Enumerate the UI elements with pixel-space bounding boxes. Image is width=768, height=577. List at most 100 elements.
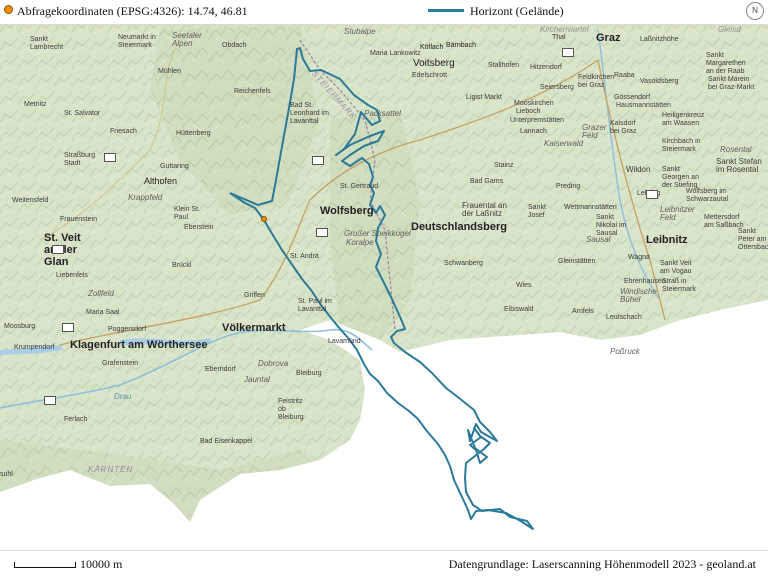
place-neumarkt: Neumarkt in Steiermark [118, 34, 156, 49]
place-wolfsberg-schwarzautal: Wolfsberg im Schwarzautal [686, 188, 729, 203]
place-voitsberg: Voitsberg [413, 58, 455, 69]
place-schwanberg: Schwanberg [444, 260, 483, 267]
region-jauntal: Jauntal [244, 375, 270, 384]
place-goessendorf: Gössendorf [614, 94, 651, 101]
place-stainz: Stainz [494, 162, 514, 169]
place-grafenstein: Grafenstein [102, 360, 139, 367]
place-feldkirchen: Feldkirchen bei Graz [578, 74, 615, 89]
place-bleiburg: Bleiburg [296, 370, 322, 377]
place-metnitz: Metnitz [24, 101, 47, 108]
place-deutschlandsberg: Deutschlandsberg [411, 221, 507, 233]
road-shield [104, 153, 116, 162]
place-st-josef: Sankt Josef [528, 204, 546, 219]
place-graz: Graz [596, 32, 621, 44]
place-moosburg: Moosburg [4, 323, 36, 330]
place-lambrecht: Sankt Lambrecht [30, 36, 64, 51]
place-thal: Thal [552, 34, 566, 41]
road-shield [62, 323, 74, 332]
place-liebenfels: Liebenfels [56, 272, 88, 279]
region-kirchenviertel: Kirchenviertel [540, 25, 589, 34]
place-st-andrae: St. Andrä [290, 253, 319, 260]
place-wolfsberg: Wolfsberg [320, 205, 374, 217]
place-frauenstein: Frauenstein [60, 216, 97, 223]
place-arnfels: Arnfels [572, 308, 594, 315]
query-coordinates: Abfragekoordinaten (EPSG:4326): 14.74, 4… [4, 4, 248, 19]
north-arrow-icon: N [746, 2, 764, 20]
region-grosser-speikkogel: Großer Speikkogel [344, 229, 411, 238]
region-zollfeld: Zollfeld [88, 289, 114, 298]
place-st-leonhard: Bad St. Leonhard im Lavanttal [290, 102, 329, 125]
road-shield [44, 396, 56, 405]
region-karnten: KÄRNTEN [88, 465, 134, 474]
place-strass: Straß in Steiermark [662, 278, 696, 293]
place-klein-st-paul: Klein St. Paul [174, 206, 201, 221]
place-kalsdorf: Kalsdorf bei Graz [610, 120, 637, 135]
place-mooskirchen: Mooskirchen [514, 100, 554, 107]
place-heiligenkreuz: Heiligenkreuz am Waasen [662, 112, 705, 127]
place-st-salvator: St. Salvator [64, 110, 101, 117]
place-lieboch: Lieboch [516, 108, 541, 115]
place-lannach: Lannach [520, 128, 547, 135]
place-ferlach: Ferlach [64, 416, 88, 423]
region-possruck: Poßruck [610, 347, 640, 356]
place-muehlen: Mühlen [158, 68, 181, 75]
place-bruenn: Eibiswald [504, 306, 534, 313]
region-sausal: Sausal [586, 235, 611, 244]
place-st-margarethen: Sankt Margarethen an der Raab [706, 52, 746, 75]
place-friesach: Friesach [110, 128, 137, 135]
place-obdach: Obdach [222, 42, 247, 49]
place-reichenfels: Reichenfels [234, 88, 271, 95]
place-guttaring: Guttaring [160, 163, 189, 170]
place-st-stefan: Sankt Stefan im Rosental [716, 157, 762, 174]
place-maria-saal: Maria Saal [86, 309, 120, 316]
place-wies: Wies [516, 282, 532, 289]
horizon-legend-swatch [428, 9, 464, 12]
place-hausmannstaetten: Hausmannstätten [616, 102, 671, 109]
query-point-marker[interactable] [260, 215, 267, 222]
place-kirchbach: Kirchbach in Steiermark [662, 138, 701, 153]
place-st-paul: St. Paul im Lavanttal [298, 298, 332, 313]
region-kaiserwald: Kaiserwald [544, 139, 584, 148]
place-preding: Preding [556, 183, 581, 190]
region-koralpe: Koralpe [346, 238, 374, 247]
place-ehrenhausen: Ehrenhausen [624, 278, 666, 285]
region-rosental: Rosental [720, 145, 752, 154]
place-frauental: Frauental an der Laßnitz [462, 201, 507, 218]
place-suhl: suhl [0, 471, 13, 478]
place-griffen: Griffen [244, 292, 265, 299]
data-source-attribution: Datengrundlage: Laserscanning Höhenmodel… [448, 557, 756, 571]
road-shield [646, 190, 658, 199]
place-eberndorf: Eberndorf [205, 366, 236, 373]
horizon-legend-label: Horizont (Gelände) [470, 4, 564, 18]
region-dobrova: Dobrova [258, 359, 289, 368]
place-st-gertraud: St. Gertraud [340, 183, 379, 190]
place-st-georgen: Sankt Georgen an der Stiefing [662, 166, 699, 189]
place-ligist: Ligist Markt [466, 94, 502, 101]
place-baernbach: Bärnbach [446, 42, 476, 49]
place-lassnitzhoehe: Laßnitzhöhe [640, 36, 679, 43]
place-leutschach: Leutschach [606, 314, 642, 321]
place-hitzendorf: Hitzendorf [530, 64, 562, 71]
region-grazer-feld: Grazer Feld [582, 123, 607, 140]
place-stallhofen: Stallhofen [488, 62, 520, 69]
place-maria-lankowitz: Maria Lankowitz [370, 50, 421, 57]
place-seiersberg: Seiersberg [540, 84, 574, 91]
place-unterpremstaetten: Unterpremstätten [510, 117, 565, 124]
place-st-marein: Sankt Marein bei Graz-Markt [708, 76, 755, 91]
place-gleinstaetten: Gleinstätten [558, 258, 596, 265]
place-voelkermarkt: Völkermarkt [222, 322, 286, 334]
region-packsattel: Packsattel [364, 109, 401, 118]
region-drau: Drau [114, 392, 132, 401]
place-feistritz: Feistritz ob Bleiburg [278, 398, 304, 421]
place-leibnitz: Leibnitz [646, 234, 688, 246]
place-weitensfeld: Weitensfeld [12, 197, 49, 204]
place-brueckl: Brückl [172, 262, 192, 269]
query-coordinates-label: Abfragekoordinaten (EPSG:4326): 14.74, 4… [17, 4, 248, 18]
legend: Horizont (Gelände) [428, 4, 564, 19]
scale-bar [14, 562, 76, 568]
place-eberstein: Eberstein [184, 224, 214, 231]
region-gleisdorf: Gleisd [718, 25, 741, 34]
road-shield [316, 228, 328, 237]
place-poggersdorf: Poggersdorf [108, 326, 147, 333]
place-wagna: Wagna [628, 254, 650, 261]
